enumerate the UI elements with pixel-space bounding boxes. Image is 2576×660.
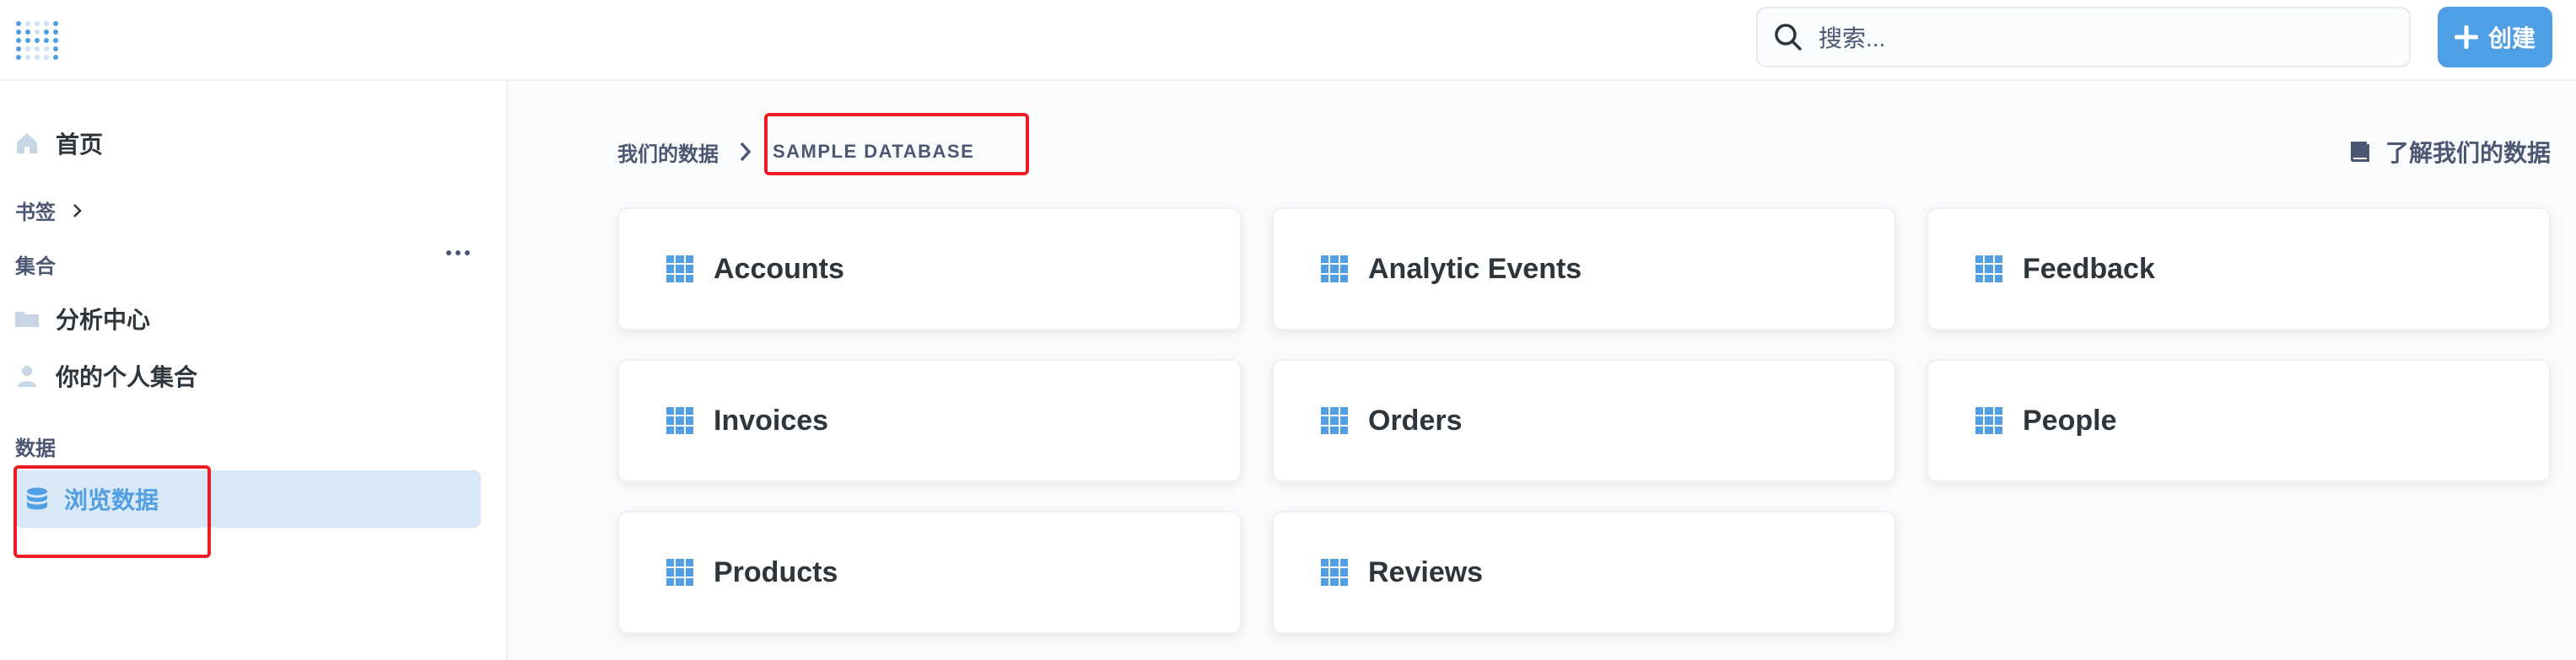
more-options-icon[interactable] <box>445 248 471 258</box>
table-icon <box>1975 255 2002 282</box>
sidebar-item-label: 浏览数据 <box>64 487 159 513</box>
learn-about-data-link[interactable]: 了解我们的数据 <box>2348 135 2551 169</box>
top-navbar: 搜索... 创建 <box>0 0 2576 81</box>
table-icon <box>666 559 693 586</box>
sidebar: 首页 书签 集合 分析中心 你的个人集合 数据 浏览数据 <box>0 81 508 660</box>
folder-icon <box>15 312 39 327</box>
table-card-label: Reviews <box>1368 555 1484 588</box>
search-icon <box>1775 24 1802 51</box>
table-card-label: Orders <box>1368 404 1463 437</box>
collections-section-label: 集合 <box>15 250 56 279</box>
table-card-label: Accounts <box>714 252 844 285</box>
table-card-orders[interactable]: Orders <box>1272 359 1896 482</box>
person-icon <box>18 366 36 387</box>
collections-label-text: 集合 <box>15 255 56 278</box>
table-card-label: Products <box>714 555 838 588</box>
book-icon <box>2351 142 2369 162</box>
data-section-label: 数据 <box>15 432 56 461</box>
chevron-right-icon <box>740 142 752 162</box>
bookmarks-section-toggle[interactable]: 书签 <box>15 196 86 225</box>
sidebar-item-analytics-hub[interactable]: 分析中心 <box>13 302 150 335</box>
chevron-right-icon <box>73 203 82 217</box>
table-icon <box>666 255 693 282</box>
search-input[interactable]: 搜索... <box>1756 7 2411 67</box>
database-icon <box>27 487 47 510</box>
plus-icon <box>2454 25 2478 49</box>
table-card-label: Feedback <box>2023 252 2155 285</box>
learn-link-label: 了解我们的数据 <box>2385 140 2552 166</box>
table-card-reviews[interactable]: Reviews <box>1272 511 1896 634</box>
table-card-label: Invoices <box>714 404 829 437</box>
metabase-logo-icon[interactable] <box>13 17 61 64</box>
breadcrumb: 我们的数据 SAMPLE DATABASE <box>617 113 974 190</box>
bookmarks-section-label: 书签 <box>15 201 56 224</box>
table-card-invoices[interactable]: Invoices <box>617 359 1242 482</box>
table-card-products[interactable]: Products <box>617 511 1242 634</box>
table-icon <box>1321 559 1348 586</box>
table-card-people[interactable]: People <box>1927 359 2551 482</box>
sidebar-item-label: 分析中心 <box>56 307 151 333</box>
table-icon <box>1321 407 1348 434</box>
create-button-label: 创建 <box>2487 25 2536 51</box>
table-card-label: Analytic Events <box>1368 252 1582 285</box>
create-button[interactable]: 创建 <box>2438 7 2552 67</box>
sidebar-item-browse-data[interactable]: 浏览数据 <box>15 470 481 528</box>
table-card-feedback[interactable]: Feedback <box>1927 207 2551 330</box>
table-card-analytic-events[interactable]: Analytic Events <box>1272 207 1896 330</box>
table-icon <box>1975 407 2002 434</box>
data-label-text: 数据 <box>15 437 56 460</box>
breadcrumb-root-link[interactable]: 我们的数据 <box>617 137 719 167</box>
search-placeholder: 搜索... <box>1819 25 1886 51</box>
table-card-accounts[interactable]: Accounts <box>617 207 1242 330</box>
breadcrumb-current: SAMPLE DATABASE <box>773 141 975 162</box>
sidebar-item-label: 首页 <box>56 131 104 158</box>
home-icon <box>17 133 37 153</box>
sidebar-item-home[interactable]: 首页 <box>13 126 103 160</box>
table-icon <box>666 407 693 434</box>
table-icon <box>1321 255 1348 282</box>
sidebar-item-personal-collection[interactable]: 你的个人集合 <box>13 359 197 393</box>
sidebar-item-label: 你的个人集合 <box>56 364 198 390</box>
table-card-label: People <box>2023 404 2117 437</box>
